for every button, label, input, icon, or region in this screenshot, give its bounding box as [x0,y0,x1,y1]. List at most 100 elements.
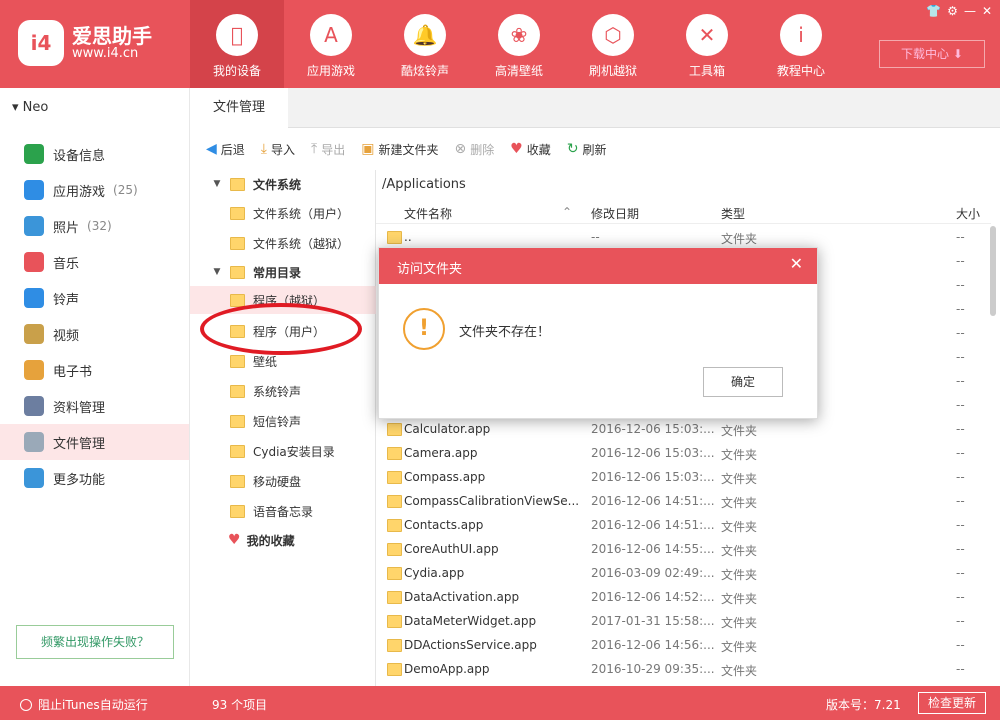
device-header[interactable]: ▾ Neo [12,100,48,115]
item-count: 93 个项目 [212,698,268,712]
column-date[interactable]: 修改日期 [591,205,639,222]
minimize-icon[interactable]: — [964,4,976,18]
nav-item-1[interactable]: A 应用游戏 [284,0,378,88]
tree-label: 常用目录 [253,265,302,280]
file-name: Calculator.app [404,422,491,436]
sidebar-item-9[interactable]: 更多功能 [0,460,189,496]
app-name: 爱思助手 [72,24,152,48]
nav-item-6[interactable]: i 教程中心 [754,0,848,88]
ok-button[interactable]: 确定 [703,367,783,397]
table-row[interactable]: DemoApp.app 2016-10-29 09:35:... 文件夹 -- [376,658,991,682]
sidebar-item-7[interactable]: 资料管理 [0,388,189,424]
heart-icon: ♥ [510,141,523,157]
file-name: DemoApp.app [404,662,490,676]
toolbar: ◀ 后退 ⤓ 导入 ⤒ 导出 ▣ 新建文件夹 ⊗ 删除 ♥ 收藏 ↻ 刷新 [190,128,1000,170]
radio-icon[interactable] [20,698,32,711]
file-name: CoreAuthUI.app [404,542,499,556]
tree-item-common[interactable]: ▼ 常用目录 [190,258,376,286]
nav-item-0[interactable]:  我的设备 [190,0,284,88]
scrollbar[interactable] [990,226,996,316]
import-button[interactable]: ⤓ 导入 [261,141,295,158]
table-row[interactable]: Contacts.app 2016-12-06 14:51:... 文件夹 -- [376,514,991,538]
table-row[interactable]: Camera.app 2016-12-06 15:03:... 文件夹 -- [376,442,991,466]
file-name-cell: Camera.app [387,446,581,460]
file-size: -- [956,446,965,460]
caret-down-icon[interactable]: ▼ [208,179,226,189]
table-row[interactable]: CoreAuthUI.app 2016-12-06 14:55:... 文件夹 -- [376,538,991,562]
tree-item-filesystem-user[interactable]: 文件系统（用户） [190,199,376,227]
tree-item-favorites[interactable]: ♥ 我的收藏 [190,526,376,554]
nav-item-3[interactable]: ❀ 高清壁纸 [472,0,566,88]
itunes-toggle[interactable]: 阻止iTunes自动运行 [20,696,148,713]
column-size[interactable]: 大小 [956,205,980,222]
table-row[interactable]: DataActivation.app 2016-12-06 14:52:... 文件… [376,586,991,610]
nav-item-2[interactable]: 🔔 酷炫铃声 [378,0,472,88]
sidebar-item-2[interactable]: 照片 (32) [0,208,189,244]
new-folder-button[interactable]: ▣ 新建文件夹 [361,141,438,158]
close-icon[interactable]: ✕ [790,254,803,273]
export-button[interactable]: ⤒ 导出 [311,141,345,158]
table-row[interactable]: DataMeterWidget.app 2017-01-31 15:58:... 文… [376,610,991,634]
sidebar-item-4[interactable]: 铃声 [0,280,189,316]
file-date: 2016-12-06 15:03:... [591,422,715,436]
tree-label: 壁纸 [253,354,278,369]
device-name: Neo [22,100,49,115]
file-size: -- [956,470,965,484]
info-icon: i [780,14,822,56]
column-type[interactable]: 类型 [721,205,745,222]
table-row[interactable]: Cydia.app 2016-03-09 02:49:... 文件夹 -- [376,562,991,586]
sidebar-item-5[interactable]: 视频 [0,316,189,352]
tree-item-cydia-dir[interactable]: Cydia安装目录 [190,437,376,465]
file-size: -- [956,638,965,652]
tree-item-sms-ringtones[interactable]: 短信铃声 [190,407,376,435]
settings-icon[interactable]: ⚙ [947,4,958,18]
download-center-button[interactable]: 下载中心 ⬇ [879,40,985,68]
close-icon[interactable]: ✕ [982,4,992,18]
caret-down-icon[interactable]: ▼ [208,267,226,277]
file-date: 2016-10-29 09:35:... [591,662,715,676]
skin-icon[interactable]: 👕 [926,4,941,18]
file-size: -- [956,614,965,628]
tab-file-manager[interactable]: 文件管理 [190,88,288,128]
top-bar: i4 爱思助手 www.i4.cn  我的设备 A 应用游戏 🔔 酷炫铃声 ❀ 高清壁纸 ⬡ 刷… [0,0,1000,88]
nav-item-4[interactable]: ⬡ 刷机越狱 [566,0,660,88]
refresh-button[interactable]: ↻ 刷新 [567,141,607,158]
sidebar-item-3[interactable]: 音乐 [0,244,189,280]
file-type: 文件夹 [721,424,758,438]
favorite-label: 收藏 [526,142,551,157]
file-name: Compass.app [404,470,486,484]
nav-item-5[interactable]: ✕ 工具箱 [660,0,754,88]
folder-icon [387,494,402,508]
file-name: DataMeterWidget.app [404,614,537,628]
table-row[interactable]: DDActionsService.app 2016-12-06 14:56:...… [376,634,991,658]
file-size: -- [956,302,965,316]
tree-item-voice-memos[interactable]: 语音备忘录 [190,497,376,525]
table-row[interactable]: CompassCalibrationViewSe... 2016-12-06 14… [376,490,991,514]
sidebar-item-6[interactable]: 电子书 [0,352,189,388]
tree-item-filesystem-jailbreak[interactable]: 文件系统（越狱） [190,229,376,257]
app-url: www.i4.cn [72,46,139,61]
help-button[interactable]: 频繁出现操作失败？ [16,625,174,659]
sidebar-item-8[interactable]: 文件管理 [0,424,189,460]
file-type: 文件夹 [721,496,758,510]
tree-item-usb-drive[interactable]: 移动硬盘 [190,467,376,495]
nav-label: 刷机越狱 [588,64,637,78]
file-type: 文件夹 [721,640,758,654]
delete-button[interactable]: ⊗ 删除 [454,141,494,158]
file-name-cell: Compass.app [387,470,581,484]
tree-item-filesystem[interactable]: ▼ 文件系统 [190,170,376,198]
back-icon: ◀ [206,141,217,157]
table-row[interactable]: Calculator.app 2016-12-06 15:03:... 文件夹 -- [376,418,991,442]
favorite-button[interactable]: ♥ 收藏 [510,141,551,158]
check-update-button[interactable]: 检查更新 [918,692,986,714]
path-bar: /Applications [382,177,466,192]
file-name-cell: .. [387,230,581,244]
table-row[interactable]: Compass.app 2016-12-06 15:03:... 文件夹 -- [376,466,991,490]
column-name[interactable]: 文件名称 [404,205,452,222]
version-label: 版本号：7.21 [826,698,901,712]
back-button[interactable]: ◀ 后退 [206,141,245,158]
file-date: 2016-12-06 14:56:... [591,638,715,652]
sidebar-item-1[interactable]: 应用游戏 (25) [0,172,189,208]
sidebar-item-0[interactable]: 设备信息 [0,136,189,172]
tree-item-system-ringtones[interactable]: 系统铃声 [190,377,376,405]
